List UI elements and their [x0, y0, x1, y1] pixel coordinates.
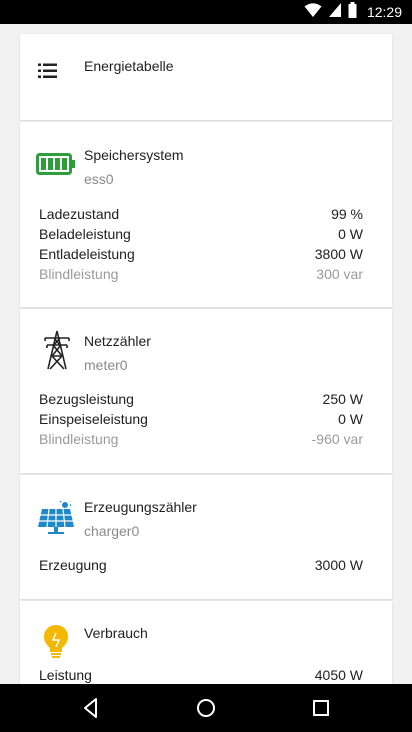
row-value: 0 W — [338, 411, 363, 427]
production-card[interactable]: Erzeugungszähler charger0 Erzeugung 3000… — [20, 475, 392, 599]
row-label: Beladeleistung — [39, 226, 131, 242]
row-label: Ladezustand — [39, 206, 120, 222]
storage-title: Speichersystem — [84, 147, 184, 163]
power-pylon-icon — [43, 330, 71, 375]
storage-card[interactable]: Speichersystem ess0 Ladezustand 99 % Bel… — [20, 122, 392, 307]
storage-subtitle: ess0 — [84, 171, 114, 187]
solar-panel-icon — [36, 499, 76, 540]
meter-subtitle: meter0 — [84, 357, 128, 373]
lightbulb-icon — [43, 624, 69, 665]
row-label: Entladeleistung — [39, 246, 135, 262]
row-label: Einspeiseleistung — [39, 411, 148, 427]
meter-title: Netzzähler — [84, 333, 151, 349]
recents-icon[interactable] — [309, 696, 333, 720]
content-scroll-area[interactable]: Energietabelle Speichersystem ess0 Ladez… — [0, 24, 412, 684]
row-value: 0 W — [338, 226, 363, 242]
production-subtitle: charger0 — [84, 523, 140, 539]
row-label: Bezugsleistung — [39, 391, 134, 407]
cell-signal-icon — [328, 2, 342, 23]
table-row: Entladeleistung 3800 W — [39, 246, 363, 266]
table-row: Erzeugung 3000 W — [39, 557, 363, 577]
consumption-card[interactable]: Verbrauch Leistung 4050 W — [20, 601, 392, 684]
row-label: Blindleistung — [39, 431, 119, 447]
row-value: 3800 W — [314, 246, 363, 262]
battery-status-icon — [348, 1, 357, 23]
table-row: Bezugsleistung 250 W — [39, 391, 363, 411]
header-card: Energietabelle — [20, 34, 392, 120]
row-label: Blindleistung — [39, 266, 119, 282]
battery-icon — [36, 153, 76, 180]
table-row: Blindleistung 300 var — [39, 266, 363, 286]
navigation-bar — [0, 684, 412, 732]
table-row: Blindleistung -960 var — [39, 431, 363, 451]
status-bar: 12:29 — [0, 0, 412, 24]
row-value: 99 % — [331, 206, 363, 222]
meter-card[interactable]: Netzzähler meter0 Bezugsleistung 250 W E… — [20, 309, 392, 473]
production-title: Erzeugungszähler — [84, 499, 197, 515]
row-value: 3000 W — [314, 557, 363, 573]
wifi-icon — [304, 2, 322, 23]
menu-icon[interactable] — [38, 63, 58, 84]
table-row: Einspeiseleistung 0 W — [39, 411, 363, 431]
row-value: 300 var — [316, 266, 363, 282]
row-value: 250 W — [322, 391, 363, 407]
table-row: Beladeleistung 0 W — [39, 226, 363, 246]
page-title: Energietabelle — [84, 58, 174, 74]
row-label: Erzeugung — [39, 557, 107, 573]
row-value: 4050 W — [314, 667, 363, 683]
back-icon[interactable] — [79, 696, 103, 720]
table-row: Ladezustand 99 % — [39, 206, 363, 226]
home-icon[interactable] — [194, 696, 218, 720]
row-value: -960 var — [311, 431, 363, 447]
table-row: Leistung 4050 W — [39, 667, 363, 684]
status-time: 12:29 — [366, 4, 402, 20]
consumption-title: Verbrauch — [84, 625, 148, 641]
row-label: Leistung — [39, 667, 92, 683]
